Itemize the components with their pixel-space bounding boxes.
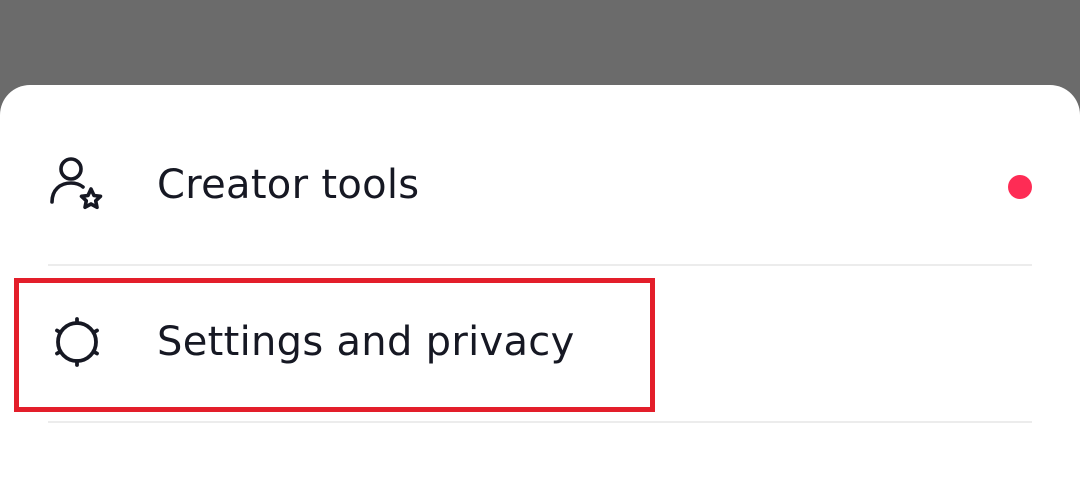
person-star-icon: [50, 157, 103, 210]
settings-and-privacy-label: Settings and privacy: [157, 319, 575, 365]
creator-tools-label: Creator tools: [157, 162, 420, 208]
notification-dot: [1008, 175, 1032, 199]
divider: [48, 421, 1032, 423]
settings-and-privacy-item[interactable]: Settings and privacy: [0, 267, 1080, 417]
creator-tools-item[interactable]: Creator tools: [0, 110, 1080, 260]
bottom-sheet: Creator tools Settings and privacy: [0, 85, 1080, 477]
gear-icon: [55, 317, 99, 367]
divider: [48, 264, 1032, 266]
